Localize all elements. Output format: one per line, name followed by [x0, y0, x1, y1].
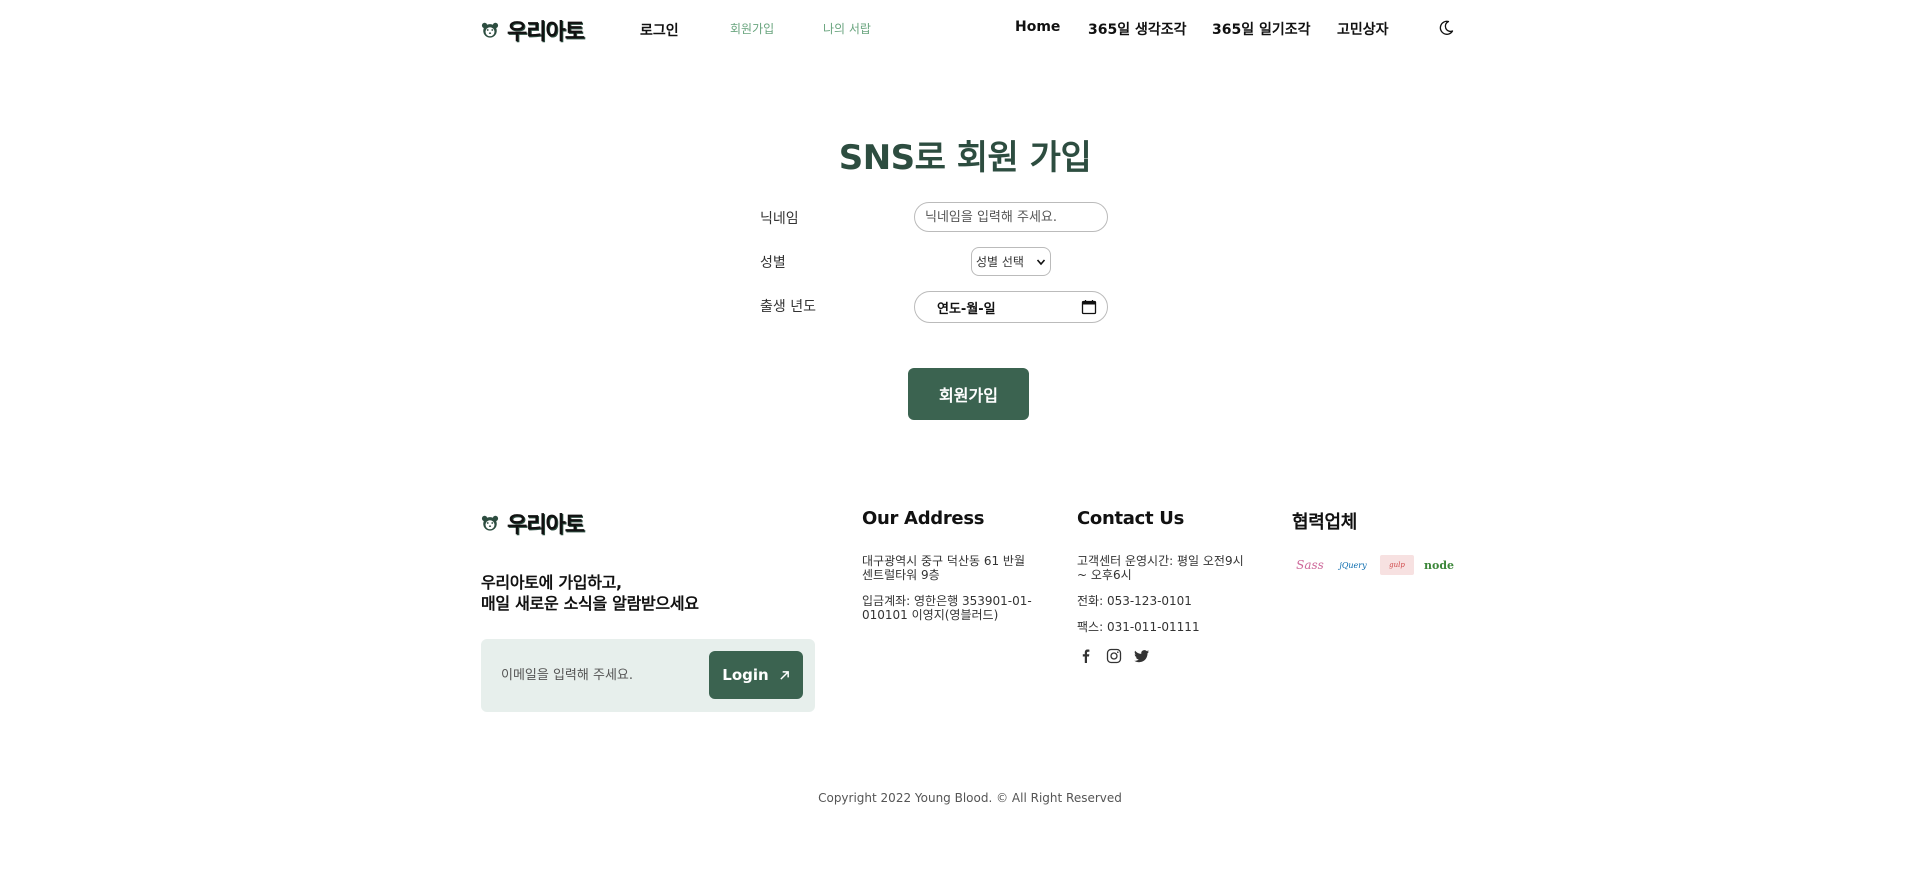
address-line: 대구광역시 중구 덕산동 61 반월센트럴타워 9층 [862, 554, 1026, 582]
birth-year-label: 출생 년도 [760, 299, 816, 315]
bank-account-line: 입금계좌: 영한은행 353901-01-010101 이영지(영블러드) [862, 594, 1032, 622]
nav-365-think[interactable]: 365일 생각조각 [1088, 19, 1187, 39]
bear-logo-icon [481, 22, 499, 38]
contact-phone: 전화: 053-123-0101 [1077, 594, 1192, 608]
login-button-label: Login [722, 666, 769, 684]
nav-home[interactable]: Home [1015, 19, 1060, 35]
tagline-line-2: 매일 새로운 소식을 알람받으세요 [481, 594, 699, 613]
bear-logo-icon [481, 515, 499, 531]
partner-gulp-logo[interactable]: gulp [1380, 555, 1414, 575]
instagram-icon[interactable] [1106, 648, 1122, 664]
footer-tagline: 우리아토에 가입하고, 매일 새로운 소식을 알람받으세요 [481, 572, 699, 614]
partners-heading: 협력업체 [1292, 512, 1358, 533]
partner-node-logo[interactable]: node [1422, 555, 1456, 575]
arrow-up-right-icon [780, 670, 789, 680]
birth-date-input[interactable]: 연도-월-일 [914, 291, 1108, 323]
nav-worry-box[interactable]: 고민상자 [1337, 19, 1389, 39]
gender-selected-value: 성별 선택 [976, 255, 1024, 269]
moon-icon[interactable] [1438, 20, 1454, 36]
contact-hours: 고객센터 운영시간: 평일 오전9시 ~ 오후6시 [1077, 554, 1244, 582]
logo-text: 우리아토 [507, 20, 585, 45]
nav-login[interactable]: 로그인 [640, 20, 679, 40]
page-title: SNS로 회원 가입 [838, 138, 1092, 178]
copyright-text: Copyright 2022 Young Blood. © All Right … [818, 791, 1122, 805]
calendar-icon[interactable] [1081, 299, 1097, 315]
nickname-label: 닉네임 [760, 211, 799, 227]
twitter-icon[interactable] [1134, 648, 1150, 664]
chevron-down-icon [1036, 258, 1046, 265]
nav-365-diary[interactable]: 365일 일기조각 [1212, 19, 1311, 39]
nav-join[interactable]: 회원가입 [730, 20, 774, 37]
signup-submit-button[interactable]: 회원가입 [908, 368, 1029, 420]
nav-my-shelf[interactable]: 나의 서랍 [823, 20, 871, 37]
partner-jquery-logo[interactable]: jQuery [1336, 555, 1370, 575]
gender-select[interactable]: 성별 선택 [971, 247, 1051, 276]
logo-text: 우리아토 [507, 513, 585, 538]
newsletter-subscribe-box: Login [481, 639, 815, 712]
email-input[interactable] [493, 657, 693, 693]
page: 우리아토 로그인 회원가입 나의 서랍 Home 365일 생각조각 365일 … [0, 0, 1920, 880]
facebook-icon[interactable] [1078, 648, 1094, 664]
header-logo[interactable]: 우리아토 [481, 14, 585, 46]
gender-label: 성별 [760, 255, 786, 271]
nickname-input[interactable] [914, 202, 1108, 232]
partner-sass-logo[interactable]: Sass [1293, 555, 1327, 575]
address-heading: Our Address [862, 508, 985, 529]
birth-date-value: 연도-월-일 [937, 301, 996, 317]
footer-login-button[interactable]: Login [709, 651, 803, 699]
footer-logo[interactable]: 우리아토 [481, 507, 585, 539]
tagline-line-1: 우리아토에 가입하고, [481, 573, 622, 592]
contact-fax: 팩스: 031-011-01111 [1077, 620, 1200, 634]
contact-heading: Contact Us [1077, 508, 1185, 529]
